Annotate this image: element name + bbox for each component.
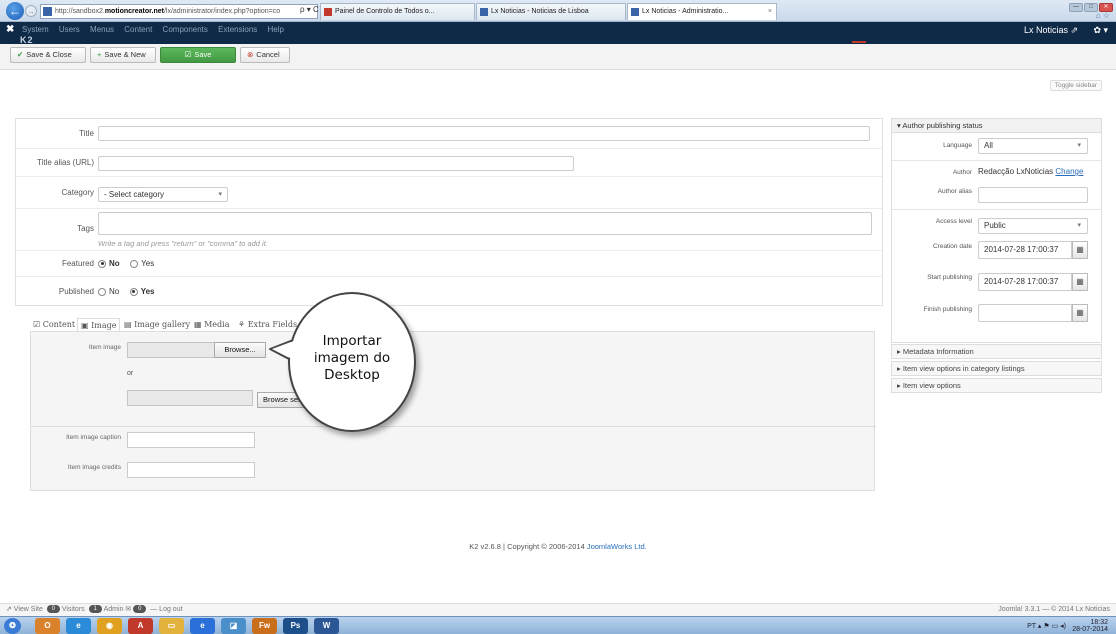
- fireworks-icon[interactable]: Fw: [252, 618, 277, 634]
- author-alias-label: Author alias: [937, 188, 972, 195]
- system-tray-icons[interactable]: PT ▴ ⚑ ▭ ◂): [1027, 622, 1066, 630]
- joomla-version-text: Joomla! 3.3.1 — © 2014 Lx Noticias: [998, 606, 1110, 613]
- photoshop-icon[interactable]: Ps: [283, 618, 308, 634]
- admin-count-badge: 1: [88, 605, 102, 614]
- tray-icon[interactable]: ▴ ⚑ ▭ ◂): [1038, 623, 1066, 630]
- author-value: Redacção LxNoticias Change: [978, 167, 1083, 176]
- clock-date: 28-07-2014: [1072, 626, 1108, 633]
- chevron-down-icon: ▾: [1077, 222, 1081, 229]
- clock-time: 18:32: [1090, 619, 1108, 626]
- admin-status-bar: ⇗ View Site 0 Visitors 1 Admin ✉ 0 — Log ou…: [0, 603, 1116, 616]
- calendar-icon[interactable]: ▦: [1072, 304, 1088, 322]
- visitors-count-badge: 0: [46, 605, 60, 614]
- app-window-icon[interactable]: ◪: [221, 618, 246, 634]
- visitors-label: Visitors: [61, 606, 85, 613]
- author-publishing-panel: Language All ▾ Author Redacção LxNoticia…: [891, 133, 1102, 343]
- footer-version: K2 v2.6.8 | Copyright © 2006-2014: [469, 542, 587, 551]
- author-alias-input[interactable]: [978, 187, 1088, 203]
- language-indicator[interactable]: PT: [1027, 623, 1036, 630]
- messages-count-badge: 0: [133, 605, 147, 614]
- change-author-link[interactable]: Change: [1055, 167, 1083, 176]
- joomlaworks-link[interactable]: JoomlaWorks Ltd.: [587, 542, 647, 551]
- start-publishing-input[interactable]: 2014-07-28 17:00:37: [978, 273, 1072, 291]
- item-view-category-accordion[interactable]: ▸ Item view options in category listings: [891, 361, 1102, 376]
- language-label: Language: [943, 142, 972, 149]
- author-name: Redacção LxNoticias: [978, 167, 1054, 176]
- callout-line-1: Importar: [322, 333, 382, 349]
- callout-line-3: Desktop: [324, 367, 380, 383]
- divider: [892, 160, 1101, 161]
- author-publishing-header[interactable]: ▾ Author publishing status: [891, 118, 1102, 133]
- footer-copyright: K2 v2.6.8 | Copyright © 2006-2014 Joomla…: [0, 542, 1116, 551]
- logout-link[interactable]: — Log out: [150, 606, 182, 613]
- acrobat-icon[interactable]: A: [128, 618, 153, 634]
- item-view-options-accordion[interactable]: ▸ Item view options: [891, 378, 1102, 393]
- outlook-icon[interactable]: O: [35, 618, 60, 634]
- word-icon[interactable]: W: [314, 618, 339, 634]
- chrome-icon[interactable]: ◉: [97, 618, 122, 634]
- callout-line-2: imagem do: [313, 350, 391, 366]
- author-label: Author: [952, 169, 972, 176]
- mail-icon: ✉: [125, 606, 132, 613]
- status-left: ⇗ View Site 0 Visitors 1 Admin ✉ 0 — Log ou…: [6, 604, 183, 616]
- internet-explorer-icon[interactable]: e: [66, 618, 91, 634]
- windows-taskbar: ❂ O e ◉ A ▭ e ◪ Fw Ps W PT ▴ ⚑ ▭ ◂) 18:3…: [0, 616, 1116, 634]
- browser-active-icon[interactable]: e: [190, 618, 215, 634]
- language-select[interactable]: All ▾: [978, 138, 1088, 154]
- metadata-information-accordion[interactable]: ▸ Metadata Information: [891, 344, 1102, 359]
- chevron-down-icon: ▾: [1077, 142, 1081, 149]
- access-level-label: Access level: [935, 218, 972, 225]
- calendar-icon[interactable]: ▦: [1072, 273, 1088, 291]
- creation-date-input[interactable]: 2014-07-28 17:00:37: [978, 241, 1072, 259]
- calendar-icon[interactable]: ▦: [1072, 241, 1088, 259]
- creation-date-label: Creation date: [932, 243, 972, 250]
- finish-publishing-label: Finish publishing: [923, 306, 972, 313]
- language-value: All: [984, 141, 993, 150]
- start-button-icon[interactable]: ❂: [4, 618, 21, 634]
- start-publishing-label: Start publishing: [927, 274, 972, 281]
- callout-text: Importar imagem do Desktop: [288, 333, 416, 384]
- admin-label: Admin: [103, 606, 124, 613]
- divider: [892, 209, 1101, 210]
- access-level-value: Public: [984, 221, 1006, 230]
- folder-icon[interactable]: ▭: [159, 618, 184, 634]
- system-clock[interactable]: 18:32 28-07-2014: [1072, 619, 1108, 633]
- finish-publishing-input[interactable]: [978, 304, 1072, 322]
- access-level-select[interactable]: Public ▾: [978, 218, 1088, 234]
- view-site-link[interactable]: ⇗ View Site: [6, 606, 43, 613]
